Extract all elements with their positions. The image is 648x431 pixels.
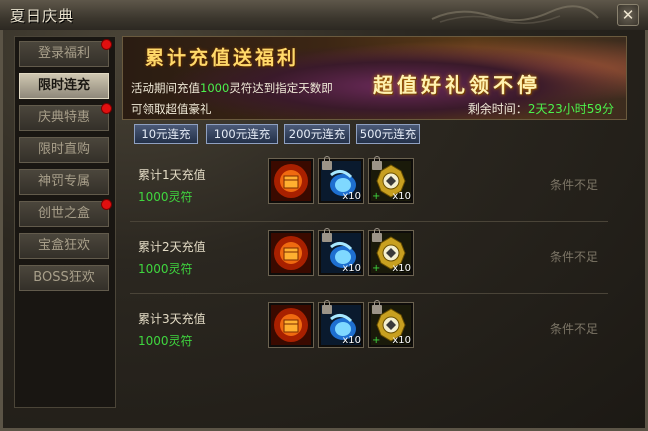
plus-icon: + — [372, 335, 381, 346]
reward-quantity: x10 — [392, 263, 411, 274]
reward-list: 累计1天充值 1000灵符 x10 + x10 条件不足 累计2天充值 1000… — [122, 150, 625, 406]
lock-icon — [322, 156, 332, 170]
sidebar-item-label: 宝盒狂欢 — [37, 238, 90, 253]
tab-500-yuan[interactable]: 500元连充 — [356, 124, 420, 144]
banner-title: 累计充值送福利 — [145, 47, 300, 69]
sidebar-item-label: 神罚专属 — [37, 174, 90, 189]
fire-chest-icon — [271, 233, 311, 273]
row-amount: 1000灵符 — [138, 334, 193, 348]
sidebar-item-celebration-sale[interactable]: 庆典特惠 — [19, 103, 112, 131]
reward-quantity: x10 — [342, 335, 361, 346]
reward-slot[interactable] — [268, 230, 314, 276]
lock-icon — [322, 300, 332, 314]
sidebar-item-login-bonus[interactable]: 登录福利 — [19, 39, 112, 67]
window-title: 夏日庆典 — [10, 7, 75, 25]
reward-quantity: x10 — [342, 263, 361, 274]
notification-dot — [101, 103, 112, 114]
fire-chest-icon — [271, 161, 311, 201]
countdown-value: 2天23小时59分 — [527, 102, 614, 116]
reward-slot[interactable]: + x10 — [368, 300, 414, 348]
claim-status: 条件不足 — [550, 322, 599, 336]
countdown-label: 剩余时间： — [467, 102, 528, 116]
plus-icon: + — [372, 263, 381, 274]
desc-amount: 1000 — [200, 81, 230, 95]
reward-quantity: x10 — [392, 191, 411, 202]
sidebar-item-label: 庆典特惠 — [37, 110, 90, 125]
event-banner: 累计充值送福利 超值好礼领不停 活动期间充值1000灵符达到指定天数即 可领取超… — [122, 36, 627, 120]
reward-slot[interactable]: x10 — [318, 300, 364, 348]
reward-row: 累计1天充值 1000灵符 x10 + x10 条件不足 — [122, 150, 625, 222]
banner-description: 活动期间充值1000灵符达到指定天数即 可领取超值豪礼 — [131, 78, 371, 119]
sidebar: 登录福利 限时连充 庆典特惠 限时直购 神罚专属 创世之盒 宝盒狂欢 BOSS狂… — [14, 36, 116, 408]
banner-slogan: 超值好礼领不停 — [373, 73, 541, 97]
reward-quantity: x10 — [392, 335, 411, 346]
sidebar-item-treasure-carnival[interactable]: 宝盒狂欢 — [19, 233, 109, 259]
tab-200-yuan[interactable]: 200元连充 — [284, 124, 350, 144]
reward-row: 累计2天充值 1000灵符 x10 + x10 条件不足 — [122, 222, 625, 294]
reward-quantity: x10 — [342, 191, 361, 202]
notification-dot — [101, 199, 112, 210]
reward-slot[interactable]: x10 — [318, 156, 364, 204]
row-title: 累计3天充值 — [138, 312, 206, 326]
reward-slot[interactable]: + x10 — [368, 228, 414, 276]
sidebar-item-label: 登录福利 — [37, 46, 90, 61]
close-button[interactable]: ✕ — [617, 4, 639, 26]
desc-line2: 可领取超值豪礼 — [131, 102, 212, 116]
reward-slot[interactable] — [268, 302, 314, 348]
sidebar-item-label: BOSS狂欢 — [33, 270, 95, 285]
row-title: 累计2天充值 — [138, 240, 206, 254]
plus-icon: + — [372, 191, 381, 202]
tab-100-yuan[interactable]: 100元连充 — [206, 124, 278, 144]
lock-icon — [372, 228, 382, 242]
desc-prefix: 活动期间充值 — [131, 81, 200, 95]
row-amount: 1000灵符 — [138, 262, 193, 276]
notification-dot — [101, 39, 112, 50]
sidebar-item-timed-purchase[interactable]: 限时直购 — [19, 137, 109, 163]
sidebar-item-label: 创世之盒 — [37, 206, 90, 221]
row-title: 累计1天充值 — [138, 168, 206, 182]
fire-chest-icon — [271, 305, 311, 345]
lock-icon — [372, 300, 382, 314]
reward-slot[interactable]: + x10 — [368, 156, 414, 204]
sidebar-item-label: 限时连充 — [37, 78, 90, 93]
title-bar: 夏日庆典 ✕ — [0, 0, 648, 30]
claim-status: 条件不足 — [550, 178, 599, 192]
row-amount: 1000灵符 — [138, 190, 193, 204]
lock-icon — [322, 228, 332, 242]
tab-10-yuan[interactable]: 10元连充 — [134, 124, 198, 144]
sidebar-item-boss-carnival[interactable]: BOSS狂欢 — [19, 265, 109, 291]
sidebar-item-timed-recharge[interactable]: 限时连充 — [19, 73, 109, 99]
desc-suffix: 灵符达到指定天数即 — [229, 81, 333, 95]
dragon-ornament-icon — [431, 5, 599, 24]
sidebar-item-label: 限时直购 — [37, 142, 90, 157]
reward-slot[interactable]: x10 — [318, 228, 364, 276]
sidebar-item-divine-exclusive[interactable]: 神罚专属 — [19, 169, 109, 195]
sidebar-item-genesis-box[interactable]: 创世之盒 — [19, 199, 112, 227]
reward-slot[interactable] — [268, 158, 314, 204]
reward-row: 累计3天充值 1000灵符 x10 + x10 条件不足 — [122, 294, 625, 366]
countdown: 剩余时间：2天23小时59分 — [468, 100, 614, 117]
claim-status: 条件不足 — [550, 250, 599, 264]
lock-icon — [372, 156, 382, 170]
